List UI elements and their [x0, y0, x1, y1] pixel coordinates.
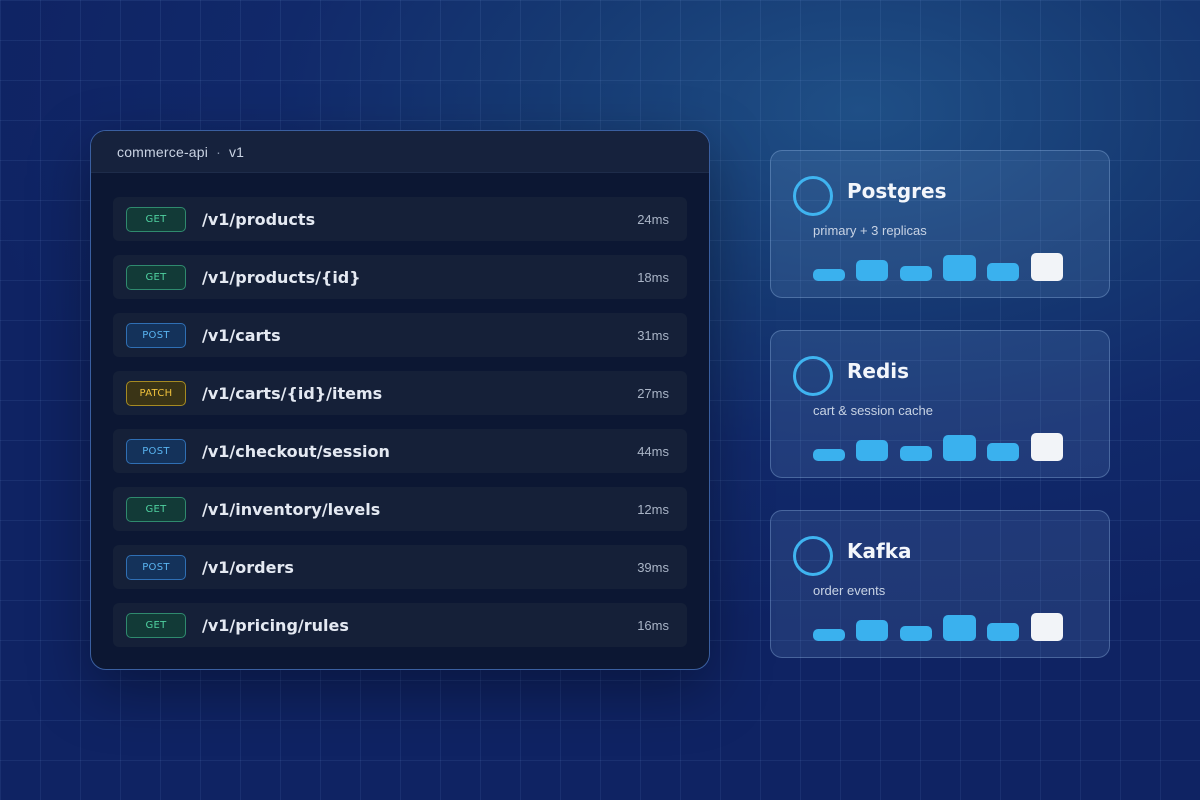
method-badge: POST	[126, 554, 186, 580]
service-card-kafka[interactable]: Kafka order events	[770, 510, 1110, 658]
activity-bar	[987, 443, 1019, 461]
activity-bars	[813, 613, 1063, 643]
service-card-postgres[interactable]: Postgres primary + 3 replicas	[770, 150, 1110, 298]
service-card-description: primary + 3 replicas	[813, 223, 927, 238]
endpoint-path: /v1/carts/{id}/items	[202, 383, 383, 403]
endpoint-list: GET /v1/products 24ms GET /v1/products/{…	[91, 173, 709, 647]
method-badge: GET	[126, 206, 186, 232]
service-card-name: Redis	[847, 359, 910, 383]
activity-bar	[813, 449, 845, 461]
endpoint-row[interactable]: GET /v1/products 24ms	[113, 197, 687, 241]
method-badge: GET	[126, 264, 186, 290]
activity-bar	[900, 626, 932, 641]
endpoint-row[interactable]: GET /v1/inventory/levels 12ms	[113, 487, 687, 531]
api-endpoints-panel: commerce-api · v1 GET /v1/products 24ms …	[90, 130, 710, 670]
endpoint-row[interactable]: POST /v1/orders 39ms	[113, 545, 687, 589]
endpoint-row[interactable]: GET /v1/pricing/rules 16ms	[113, 603, 687, 647]
endpoint-path: /v1/carts	[202, 325, 281, 345]
activity-bar	[856, 620, 888, 641]
method-badge: GET	[126, 496, 186, 522]
endpoint-path: /v1/inventory/levels	[202, 499, 381, 519]
service-card-name: Kafka	[847, 539, 912, 563]
endpoint-latency: 12ms	[637, 501, 669, 517]
activity-bar	[943, 435, 976, 461]
activity-bar	[900, 266, 932, 281]
activity-bar	[943, 255, 976, 281]
endpoint-path: /v1/checkout/session	[202, 441, 390, 461]
endpoint-latency: 27ms	[637, 385, 669, 401]
activity-bar	[1031, 433, 1063, 461]
endpoint-path: /v1/pricing/rules	[202, 615, 349, 635]
activity-bars	[813, 433, 1063, 463]
endpoint-latency: 44ms	[637, 443, 669, 459]
api-panel-header: commerce-api · v1	[91, 131, 709, 173]
method-badge: PATCH	[126, 380, 186, 406]
status-ring-icon	[793, 356, 833, 396]
activity-bar	[813, 269, 845, 281]
activity-bars	[813, 253, 1063, 283]
method-badge: GET	[126, 612, 186, 638]
service-card-redis[interactable]: Redis cart & session cache	[770, 330, 1110, 478]
activity-bar	[856, 260, 888, 281]
method-badge: POST	[126, 322, 186, 348]
endpoint-latency: 18ms	[637, 269, 669, 285]
endpoint-path: /v1/products	[202, 209, 316, 229]
activity-bar	[900, 446, 932, 461]
endpoint-row[interactable]: GET /v1/products/{id} 18ms	[113, 255, 687, 299]
service-name: commerce-api	[117, 143, 209, 160]
activity-bar	[943, 615, 976, 641]
activity-bar	[987, 623, 1019, 641]
service-card-description: cart & session cache	[813, 403, 933, 418]
activity-bar	[987, 263, 1019, 281]
method-badge: POST	[126, 438, 186, 464]
activity-bar	[1031, 613, 1063, 641]
endpoint-path: /v1/products/{id}	[202, 267, 361, 287]
api-version: v1	[228, 143, 245, 160]
status-ring-icon	[793, 176, 833, 216]
service-card-name: Postgres	[847, 179, 947, 203]
endpoint-row[interactable]: POST /v1/checkout/session 44ms	[113, 429, 687, 473]
endpoint-latency: 39ms	[637, 559, 669, 575]
endpoint-latency: 16ms	[637, 617, 669, 633]
endpoint-row[interactable]: PATCH /v1/carts/{id}/items 27ms	[113, 371, 687, 415]
service-card-description: order events	[813, 583, 886, 598]
endpoint-latency: 24ms	[637, 211, 669, 227]
header-separator: ·	[216, 143, 221, 160]
endpoint-path: /v1/orders	[202, 557, 294, 577]
endpoint-latency: 31ms	[637, 327, 669, 343]
status-ring-icon	[793, 536, 833, 576]
activity-bar	[856, 440, 888, 461]
endpoint-row[interactable]: POST /v1/carts 31ms	[113, 313, 687, 357]
activity-bar	[1031, 253, 1063, 281]
activity-bar	[813, 629, 845, 641]
